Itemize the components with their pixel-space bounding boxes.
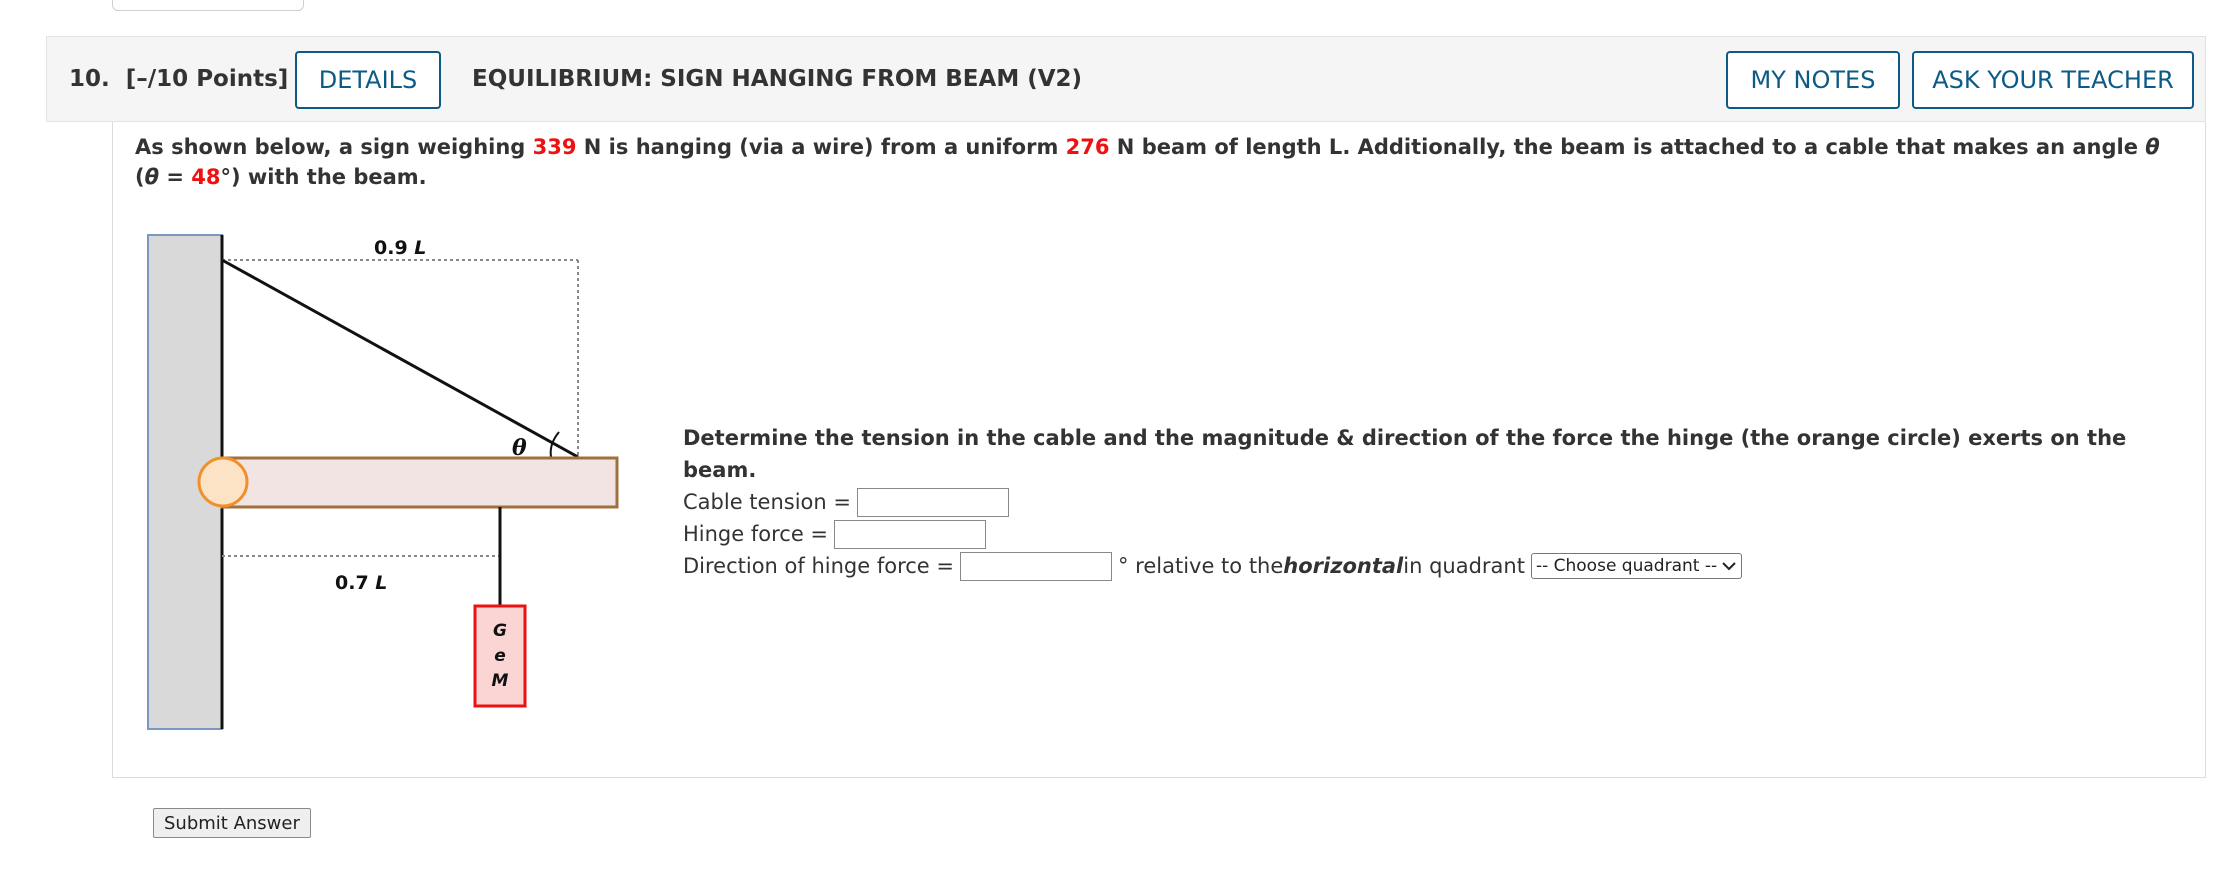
bottom-length-label: 0.7 L bbox=[335, 572, 387, 594]
horizontal-text: horizontal bbox=[1283, 554, 1404, 578]
hinge-circle bbox=[197, 456, 249, 508]
previous-question-stub bbox=[112, 0, 304, 11]
hinge-direction-input[interactable] bbox=[960, 551, 1112, 581]
beam-diagram: θ G e M 0.9 L 0.7 L bbox=[147, 234, 619, 730]
question-number: 10. [–/10 Points] bbox=[69, 66, 289, 92]
details-button[interactable]: DETAILS bbox=[295, 51, 441, 109]
hinge-direction-row: Direction of hinge force = ° relative to… bbox=[683, 550, 2205, 582]
quadrant-select-value: -- Choose quadrant -- bbox=[1535, 556, 1718, 576]
beam-weight-value: 276 bbox=[1065, 135, 1110, 159]
hinge-force-label: Hinge force = bbox=[683, 522, 829, 546]
cable-tension-input[interactable] bbox=[856, 487, 1009, 517]
cable-tension-row: Cable tension = bbox=[683, 486, 2205, 518]
hinge-force-row: Hinge force = bbox=[683, 518, 2205, 550]
beam bbox=[220, 456, 619, 509]
degree-text: ° relative to the bbox=[1118, 554, 1284, 578]
submit-answer-button[interactable]: Submit Answer bbox=[153, 808, 311, 838]
question-title: EQUILIBRIUM: SIGN HANGING FROM BEAM (V2) bbox=[472, 66, 1083, 92]
quadrant-select[interactable]: -- Choose quadrant -- bbox=[1530, 553, 1743, 579]
hinge-force-input[interactable] bbox=[834, 519, 987, 549]
cable bbox=[221, 258, 579, 459]
form-instructions: Determine the tension in the cable and t… bbox=[683, 426, 2127, 482]
chevron-down-icon bbox=[1722, 562, 1736, 571]
top-length-label: 0.9 L bbox=[374, 237, 426, 259]
ask-your-teacher-button[interactable]: ASK YOUR TEACHER bbox=[1912, 51, 2194, 109]
my-notes-button[interactable]: MY NOTES bbox=[1726, 51, 1900, 109]
answer-form: Determine the tension in the cable and t… bbox=[683, 422, 2205, 582]
hinge-direction-label: Direction of hinge force = bbox=[683, 554, 954, 578]
cable-tension-label: Cable tension = bbox=[683, 490, 851, 514]
sign-letter: G bbox=[493, 621, 507, 641]
question-body: As shown below, a sign weighing 339 N is… bbox=[112, 122, 2206, 778]
quadrant-text: in quadrant bbox=[1403, 554, 1525, 578]
sign-letter: e bbox=[494, 646, 506, 666]
sign-letter: M bbox=[492, 671, 509, 691]
question-header: 10. [–/10 Points] DETAILS EQUILIBRIUM: S… bbox=[46, 36, 2206, 122]
